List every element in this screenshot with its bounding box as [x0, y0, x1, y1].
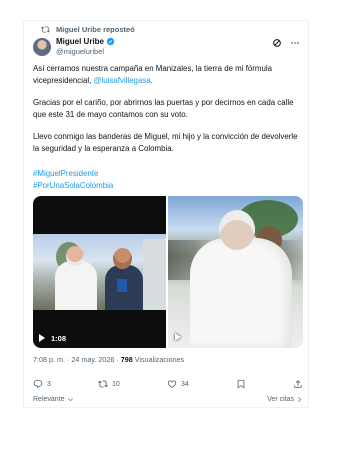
- post-paragraph-3: Llevo conmigo las banderas de Miguel, mi…: [33, 132, 298, 153]
- quotes-label: Ver citas: [267, 396, 294, 403]
- play-icon[interactable]: [39, 334, 45, 342]
- chevron-right-icon: [298, 397, 302, 402]
- post-paragraph-2: Gracias por el cariño, por abrirnos las …: [33, 98, 294, 119]
- more-icon[interactable]: [290, 38, 300, 48]
- video-2[interactable]: [168, 196, 303, 348]
- hashtag-link[interactable]: #PorUnaSolaColombia: [33, 180, 113, 192]
- chevron-down-icon: [67, 398, 73, 402]
- retweet-icon: [98, 380, 109, 388]
- view-count: 798: [120, 355, 133, 364]
- hashtag-list: #MiguelPresidente #PorUnaSolaColombia: [33, 168, 113, 192]
- bookmark-icon: [237, 379, 245, 389]
- bookmark-button[interactable]: [236, 379, 246, 389]
- avatar[interactable]: [33, 38, 51, 56]
- grok-icon[interactable]: [272, 38, 282, 48]
- reply-icon: [33, 379, 43, 389]
- verified-icon: [106, 37, 115, 46]
- play-icon[interactable]: [175, 333, 181, 341]
- reply-button[interactable]: 3: [33, 379, 51, 389]
- post-card: Miguel Uribe reposteó Miguel Uribe @migu…: [23, 20, 309, 408]
- repost-indicator[interactable]: Miguel Uribe reposteó: [41, 25, 135, 34]
- post-text: Así cerramos nuestra campaña en Manizale…: [33, 63, 301, 165]
- repost-icon: [41, 26, 50, 33]
- video-1[interactable]: 1:08: [33, 196, 166, 348]
- post-timestamp[interactable]: 7:08 p. m. · 24 may. 2026 ·: [33, 355, 121, 364]
- like-count: 34: [180, 380, 189, 388]
- action-bar: 3 10 34: [33, 379, 303, 389]
- video-2-thumbnail: [168, 196, 303, 348]
- view-label: Visualizaciones: [132, 355, 185, 364]
- share-button[interactable]: [293, 379, 303, 389]
- video-1-thumbnail: [33, 234, 166, 310]
- share-icon: [294, 380, 302, 388]
- retweet-count: 10: [112, 380, 120, 388]
- retweet-button[interactable]: 10: [98, 379, 120, 389]
- repost-label: Miguel Uribe reposteó: [56, 25, 135, 34]
- reply-sort-bar: Relevante Ver citas: [33, 396, 303, 403]
- reply-count: 3: [47, 380, 51, 388]
- sort-label: Relevante: [33, 396, 65, 403]
- post-paragraph-1: Así cerramos nuestra campaña en Manizale…: [33, 64, 273, 85]
- video-duration: 1:08: [51, 334, 67, 343]
- sort-dropdown[interactable]: Relevante: [33, 396, 74, 403]
- view-quotes-link[interactable]: Ver citas: [267, 396, 303, 403]
- author-handle[interactable]: @migueluribel: [56, 47, 104, 56]
- post-meta: 7:08 p. m. · 24 may. 2026 · 798 Visualiz…: [33, 355, 184, 364]
- like-icon: [167, 380, 177, 388]
- like-button[interactable]: 34: [167, 379, 189, 389]
- author-name[interactable]: Miguel Uribe: [56, 37, 104, 46]
- hashtag-link[interactable]: #MiguelPresidente: [33, 168, 113, 180]
- mention-link[interactable]: @luisafvillegasa: [94, 76, 151, 85]
- media-grid: 1:08: [33, 196, 303, 348]
